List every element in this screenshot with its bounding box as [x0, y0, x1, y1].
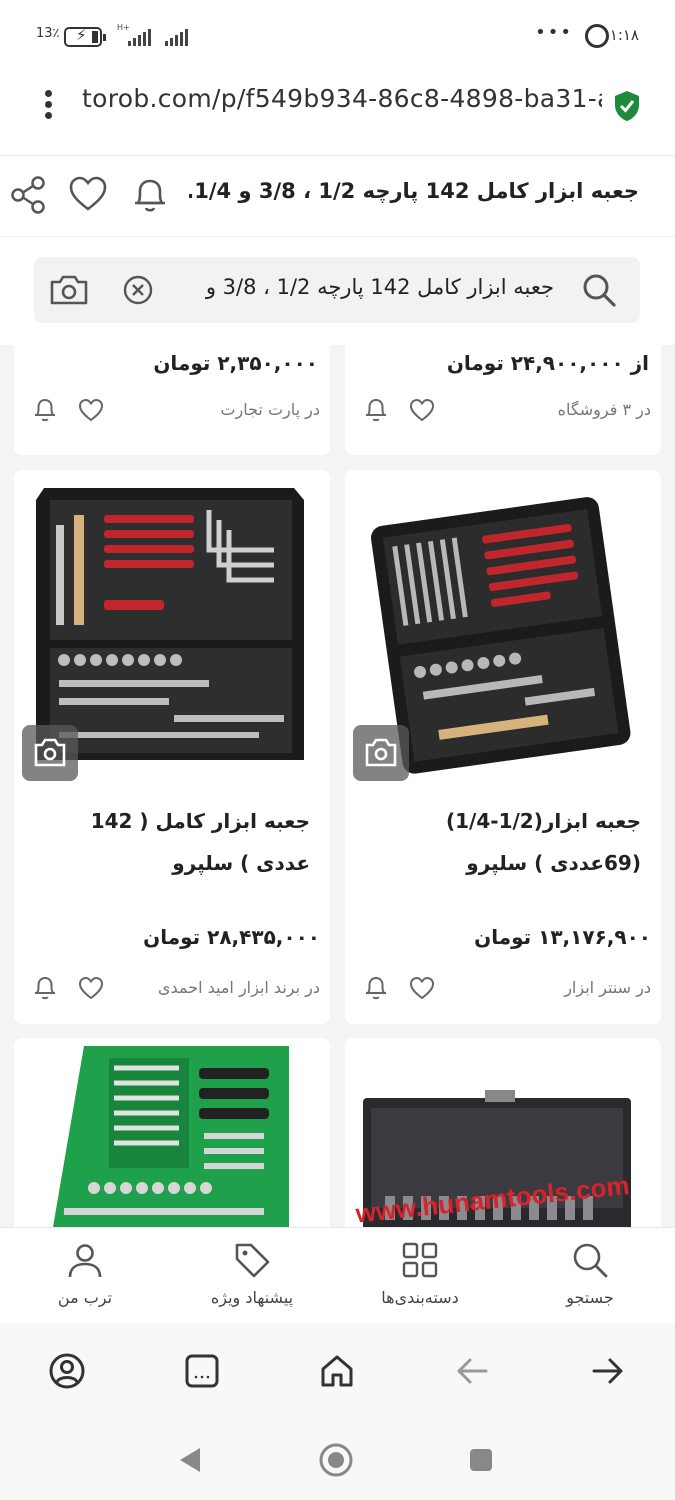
- clear-search-icon[interactable]: [122, 274, 154, 306]
- product-price: ۲,۳۵۰,۰۰۰ تومان: [153, 351, 318, 375]
- profile-icon[interactable]: [47, 1351, 87, 1391]
- product-feed[interactable]: از ۲۴,۹۰۰,۰۰۰ تومان در ۳ فروشگاه ۲,۳۵۰,۰…: [0, 345, 675, 1227]
- product-name[interactable]: جعبه ابزار(1/2-1/4) (69عددی ) سلپرو: [371, 800, 641, 884]
- tag-icon: [235, 1243, 270, 1278]
- price-alert-icon[interactable]: [363, 973, 389, 1001]
- product-seller: در سنتر ابزار: [564, 978, 651, 997]
- clock: ۱:۱۸: [609, 26, 639, 44]
- bottom-navigation: جستجو دسته‌بندی‌ها پیشنهاد ویژه ترب من: [0, 1227, 675, 1323]
- product-name[interactable]: جعبه ابزار کامل ( 142 عددی ) سلپرو: [40, 800, 310, 884]
- bell-icon[interactable]: [130, 173, 170, 217]
- favorite-icon[interactable]: [409, 975, 435, 1001]
- nav-label: جستجو: [566, 1288, 614, 1307]
- heart-icon[interactable]: [68, 173, 108, 217]
- camera-search-icon[interactable]: [48, 272, 90, 308]
- url-text[interactable]: torob.com/p/f549b934-86c8-4898-ba31-a5b4: [82, 84, 602, 113]
- browser-toolbar: [0, 1323, 675, 1419]
- favorite-icon[interactable]: [409, 397, 435, 423]
- product-price: از ۲۴,۹۰۰,۰۰۰ تومان: [446, 351, 649, 375]
- search-input[interactable]: جعبه ابزار کامل 142 پارچه 1/2 ، 3/8 و: [34, 257, 640, 323]
- home-circle-icon[interactable]: [317, 1441, 355, 1479]
- nav-label: پیشنهاد ویژه: [210, 1288, 294, 1307]
- system-navigation: [0, 1419, 675, 1500]
- status-bar: 13٪ ⚡ H+ ••• ۱:۱۸: [0, 0, 675, 70]
- app-notification-icon: [585, 24, 609, 48]
- battery-percent: 13٪: [36, 26, 60, 41]
- secure-shield-icon: [615, 91, 639, 121]
- share-icon[interactable]: [8, 173, 48, 217]
- price-alert-icon[interactable]: [32, 973, 58, 1001]
- more-dots: •••: [535, 22, 573, 43]
- user-icon: [68, 1244, 102, 1278]
- search-query[interactable]: جعبه ابزار کامل 142 پارچه 1/2 ، 3/8 و: [174, 275, 554, 299]
- page-title: جعبه ابزار کامل 142 پارچه 1/2 ، 3/8 و 1/…: [189, 179, 639, 203]
- nav-categories[interactable]: دسته‌بندی‌ها: [345, 1240, 495, 1307]
- favorite-icon[interactable]: [78, 975, 104, 1001]
- product-price: ۲۸,۴۳۵,۰۰۰ تومان: [143, 925, 320, 949]
- browser-menu-icon[interactable]: [42, 90, 54, 124]
- nav-search[interactable]: جستجو: [515, 1240, 665, 1307]
- product-card[interactable]: [14, 1038, 330, 1227]
- product-price: ۱۳,۱۷۶,۹۰۰ تومان: [474, 925, 651, 949]
- battery-icon: ⚡: [64, 26, 106, 47]
- product-seller: در پارت تجارت: [220, 400, 320, 419]
- browser-url-bar: torob.com/p/f549b934-86c8-4898-ba31-a5b4: [0, 70, 675, 156]
- product-card[interactable]: از ۲۴,۹۰۰,۰۰۰ تومان در ۳ فروشگاه: [345, 345, 661, 455]
- favorite-icon[interactable]: [78, 397, 104, 423]
- nav-special-offers[interactable]: پیشنهاد ویژه: [177, 1240, 327, 1307]
- tabs-icon[interactable]: [182, 1351, 222, 1391]
- back-icon[interactable]: [452, 1351, 492, 1391]
- product-image[interactable]: [14, 1038, 330, 1227]
- signal-icon: [128, 28, 151, 46]
- forward-icon[interactable]: [588, 1351, 628, 1391]
- price-alert-icon[interactable]: [32, 395, 58, 423]
- product-seller: در برند ابزار امید احمدی: [158, 978, 320, 997]
- product-card[interactable]: جعبه ابزار(1/2-1/4) (69عددی ) سلپرو ۱۳,۱…: [345, 470, 661, 1024]
- recent-apps-icon[interactable]: [468, 1447, 494, 1473]
- product-card[interactable]: www.hunamtools.com: [345, 1038, 661, 1227]
- page-header: جعبه ابزار کامل 142 پارچه 1/2 ، 3/8 و 1/…: [0, 157, 675, 237]
- search-icon: [573, 1243, 608, 1278]
- nav-my-torob[interactable]: ترب من: [10, 1240, 160, 1307]
- search-icon[interactable]: [580, 271, 618, 309]
- nav-label: ترب من: [57, 1288, 113, 1307]
- product-seller: در ۳ فروشگاه: [557, 400, 651, 419]
- product-card[interactable]: ۲,۳۵۰,۰۰۰ تومان در پارت تجارت: [14, 345, 330, 455]
- home-icon[interactable]: [317, 1351, 357, 1391]
- product-card[interactable]: جعبه ابزار کامل ( 142 عددی ) سلپرو ۲۸,۴۳…: [14, 470, 330, 1024]
- image-search-icon[interactable]: [22, 725, 78, 781]
- search-section: جعبه ابزار کامل 142 پارچه 1/2 ، 3/8 و: [0, 237, 675, 345]
- grid-icon: [402, 1242, 438, 1278]
- back-triangle-icon[interactable]: [176, 1445, 204, 1475]
- signal-icon-2: [165, 28, 188, 46]
- price-alert-icon[interactable]: [363, 395, 389, 423]
- image-search-icon[interactable]: [353, 725, 409, 781]
- nav-label: دسته‌بندی‌ها: [381, 1288, 459, 1307]
